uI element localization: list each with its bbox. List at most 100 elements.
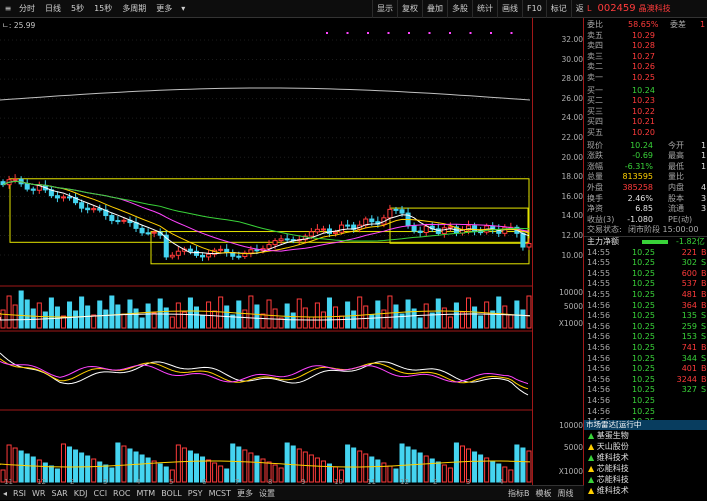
- quote-label-2: 今开: [668, 140, 684, 150]
- indicator-tab[interactable]: SAR: [48, 486, 70, 501]
- volume-bar-2: [193, 453, 199, 483]
- indicator-toggle-icon[interactable]: ◂: [0, 486, 10, 501]
- volume-bar-2: [230, 443, 236, 483]
- indicator-tab[interactable]: BOLL: [158, 486, 185, 501]
- quote-label: 涨跌: [587, 151, 603, 161]
- price-axis-label: 12.00: [561, 231, 583, 240]
- overlay-button[interactable]: 叠加: [422, 0, 447, 18]
- volume-bar: [254, 304, 260, 329]
- ask-row[interactable]: 卖二 10.26: [584, 62, 707, 72]
- volume-bar: [423, 303, 429, 329]
- kline-chart[interactable]: 11 12 2 3 4 5 6 7 8 9 10 11 12 2 3 4 ㄴ: 25.99: [0, 18, 560, 485]
- tab-fenshi[interactable]: 分时: [14, 0, 40, 18]
- volume-bar: [508, 314, 514, 329]
- bid-row[interactable]: 买三 10.22: [584, 107, 707, 117]
- volume-bar: [30, 308, 36, 329]
- chart-tools: 显示 复权 叠加 多股 统计 画线 F10 标记 返回: [372, 0, 596, 18]
- radar-item[interactable]: ▲ 芯能科技: [584, 463, 707, 474]
- quote-row: 涨跌 -0.69 最高 1: [584, 151, 707, 161]
- tick-price: 10.25: [632, 311, 655, 321]
- bid-row[interactable]: 买四 10.21: [584, 117, 707, 127]
- fuquan-button[interactable]: 复权: [397, 0, 422, 18]
- volume-bar: [24, 299, 30, 329]
- ask-row[interactable]: 卖四 10.28: [584, 41, 707, 51]
- stats-button[interactable]: 统计: [472, 0, 497, 18]
- quote-row: 现价 10.24 今开 1: [584, 141, 707, 151]
- tab-more[interactable]: 更多: [151, 0, 177, 18]
- volume-bar: [236, 300, 242, 329]
- f10-button[interactable]: F10: [522, 0, 546, 18]
- quote-label-2: 股本: [668, 193, 684, 203]
- tab-rixian[interactable]: 日线: [40, 0, 66, 18]
- price-axis-label: 22.00: [561, 133, 583, 142]
- quote-value: -1.080: [627, 214, 653, 224]
- triangle-icon: ▲: [588, 486, 595, 495]
- volume-bar: [290, 312, 296, 329]
- volume-bar-2: [520, 447, 526, 483]
- menu-icon[interactable]: ≡: [2, 0, 14, 18]
- volume-bar: [405, 299, 411, 329]
- template-button[interactable]: 指标B: [505, 486, 533, 501]
- radar-item[interactable]: ▲ 维科技术: [584, 485, 707, 496]
- tick-side: S: [701, 258, 707, 268]
- radar-stock-name: 维科技术: [596, 453, 629, 462]
- webi-row: 委比 58.65% 委差 1: [584, 20, 707, 30]
- indicator-tab[interactable]: RSI: [10, 486, 29, 501]
- market-radar[interactable]: 市场雷达[运行中 ▲ 基蛋生物 ▲ 天山股份 ▲ 维科技术 ▲ 芯能科技 ▲ 芯能科技 ▲…: [584, 420, 707, 500]
- indicator-tab[interactable]: MTM: [134, 486, 159, 501]
- bid-row[interactable]: 买五 10.20: [584, 128, 707, 138]
- marker-dot: [449, 32, 451, 34]
- stock-name: 晶澳科技: [638, 4, 671, 13]
- volume-bar: [115, 304, 121, 329]
- ask-row[interactable]: 卖五 10.29: [584, 31, 707, 41]
- tab-multi-period[interactable]: 多周期: [117, 0, 151, 18]
- price-axis-label: 14.00: [561, 211, 583, 221]
- indicator-tab[interactable]: WR: [29, 486, 48, 501]
- volume-bar-2: [411, 449, 417, 483]
- quote-value-2: 1: [701, 140, 707, 150]
- mark-button[interactable]: 标记: [545, 0, 571, 18]
- indicator-tab[interactable]: 设置: [256, 486, 278, 501]
- volume-bar-2: [393, 468, 399, 483]
- radar-item[interactable]: ▲ 天山股份: [584, 441, 707, 452]
- chevron-down-icon[interactable]: ▾: [177, 0, 189, 18]
- candle-body: [24, 183, 30, 190]
- indicator-tab[interactable]: 更多: [234, 486, 256, 501]
- show-button[interactable]: 显示: [372, 0, 397, 18]
- indicator-tab[interactable]: MCST: [206, 486, 234, 501]
- bid-row[interactable]: 买二 10.23: [584, 96, 707, 106]
- radar-item[interactable]: ▲ 芯能科技: [584, 474, 707, 485]
- tick-time: 14:56: [587, 396, 611, 405]
- ask-row[interactable]: 卖三 10.27: [584, 52, 707, 62]
- ask-row[interactable]: 卖一 10.25: [584, 73, 707, 83]
- tab-15s[interactable]: 15秒: [89, 0, 117, 18]
- indicator-tab[interactable]: CCI: [91, 486, 111, 501]
- tick-side: B: [701, 300, 707, 310]
- tick-row: 14:55 10.25 537 B: [584, 279, 707, 289]
- bid-row[interactable]: 买一 10.24: [584, 86, 707, 96]
- volume-bar-2: [18, 450, 24, 483]
- indicator-axis-label: 5000: [563, 443, 583, 452]
- template-button[interactable]: 周线: [555, 486, 577, 501]
- radar-item[interactable]: ▲ 基蛋生物: [584, 430, 707, 441]
- quote-value: 385258: [622, 183, 653, 192]
- quote-label: 换手: [587, 193, 603, 203]
- indicator-tab[interactable]: ROC: [110, 486, 133, 501]
- indicator-tab[interactable]: PSY: [185, 486, 206, 501]
- multi-stock-button[interactable]: 多股: [447, 0, 472, 18]
- draw-line-button[interactable]: 画线: [497, 0, 522, 18]
- osc-line-3: [0, 360, 529, 385]
- indicator-tab[interactable]: KDJ: [71, 486, 91, 501]
- tick-price: 10.25: [632, 406, 655, 416]
- radar-item[interactable]: ▲ 维科技术: [584, 452, 707, 463]
- volume-bar: [302, 307, 308, 329]
- volume-bar: [79, 296, 85, 329]
- ask-label: 卖二: [587, 62, 603, 72]
- volume-bar-2: [526, 450, 532, 483]
- template-button[interactable]: 模板: [533, 486, 555, 501]
- tick-side: B: [701, 343, 707, 352]
- stock-header: L 002459 晶澳科技: [584, 0, 707, 18]
- volume-bar-2: [320, 460, 326, 483]
- tab-5s[interactable]: 5秒: [66, 0, 89, 18]
- candle-body: [284, 238, 290, 241]
